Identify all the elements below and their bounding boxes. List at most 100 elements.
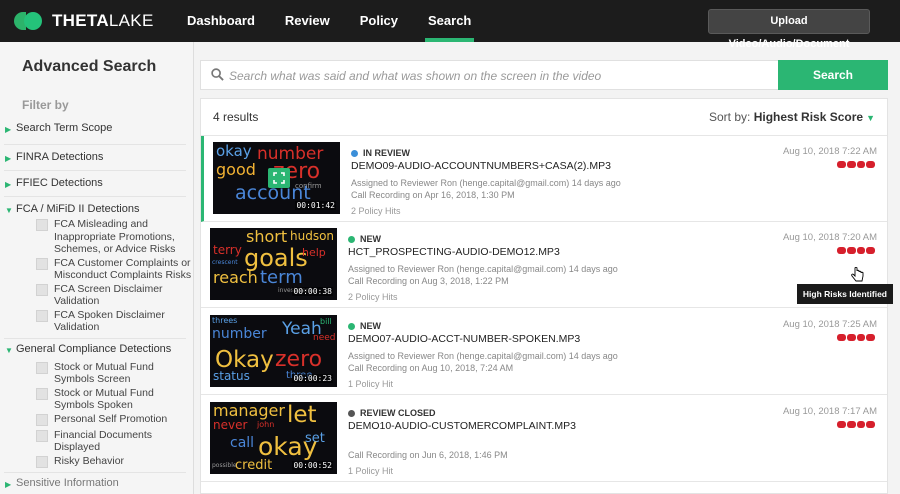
filter-by-label: Filter by [22,98,69,112]
status-label: IN REVIEW [363,148,411,158]
risk-segment [837,421,846,428]
call-recording-date: Call Recording on Aug 10, 2018, 7:24 AM [348,363,514,373]
risk-tooltip: High Risks Identified [796,284,893,304]
filter-option[interactable]: Financial Documents Displayed [0,429,193,454]
result-date: Aug 10, 2018 7:25 AM [782,319,877,330]
top-navbar: THETALAKE Dashboard Review Policy Search… [0,0,900,50]
wordcloud-word: terry [213,243,242,257]
result-filename[interactable]: DEMO09-AUDIO-ACCOUNTNUMBERS+CASA(2).MP3 [351,160,611,172]
wordcloud-word: hudson [290,229,335,243]
filter-option[interactable]: Stock or Mutual Fund Symbols Spoken [0,387,193,412]
wordcloud-thumbnail[interactable]: okay number good zero account confirm 00:01:42 [213,142,340,214]
risk-score-bar[interactable] [837,334,875,341]
nav-dashboard[interactable]: Dashboard [172,0,270,42]
sort-dropdown[interactable]: Sort by: Highest Risk Score ▼ [709,110,875,124]
status-badge: REVIEW CLOSED [348,408,436,418]
status-dot-icon [348,322,355,330]
thetalake-logo-icon [14,10,44,32]
checkbox[interactable] [36,387,48,400]
result-date: Aug 10, 2018 7:22 AM [782,146,877,157]
main-nav: Dashboard Review Policy Search [172,0,486,42]
filter-section-finra[interactable]: ▶ FINRA Detections [0,145,193,170]
search-bar: Search [200,60,888,90]
risk-score-bar[interactable] [837,161,875,168]
result-filename[interactable]: DEMO10-AUDIO-CUSTOMERCOMPLAINT.MP3 [348,420,576,432]
filter-option[interactable]: Stock or Mutual Fund Symbols Screen [0,361,193,386]
status-badge: NEW [348,234,381,244]
risk-segment [846,334,856,341]
checkbox[interactable] [36,257,48,270]
checkbox[interactable] [36,219,48,231]
wordcloud-word: okay [216,142,252,160]
policy-hits: 2 Policy Hits [351,206,401,216]
upload-button[interactable]: Upload Video/Audio/Document [708,9,870,50]
checkbox[interactable] [36,413,48,426]
status-dot-icon [348,409,355,417]
filter-option[interactable]: FCA Screen Disclaimer Validation [0,283,193,308]
thetalake-logo[interactable]: THETALAKE [14,10,172,32]
filter-section-general-compliance[interactable]: ▼ General Compliance Detections [0,339,193,359]
filter-option[interactable]: FCA Spoken Disclaimer Validation [0,309,193,334]
checkbox[interactable] [36,361,48,374]
risk-segment [866,161,875,168]
wordcloud-word: let [287,402,317,428]
wordcloud-word: crescent [212,259,238,266]
risk-segment [837,334,846,341]
filter-option[interactable]: Personal Self Promotion [0,413,193,426]
policy-hits: 2 Policy Hits [348,292,398,302]
wordcloud-thumbnail[interactable]: short hudson terry goals help reach term cresce… [210,228,337,300]
wordcloud-word: short [246,228,288,246]
status-label: NEW [360,234,381,244]
result-row[interactable]: okay number good zero account confirm 00:01:42… [201,136,887,222]
chevron-down-icon: ▼ [5,345,13,355]
filter-section-fca-mifid[interactable]: ▼ FCA / MiFiD II Detections [0,197,193,217]
result-row[interactable]: threesnumberYeahbillneedOkayzerostatusth… [201,309,887,395]
status-badge: IN REVIEW [351,148,410,158]
risk-segment [846,421,856,428]
status-label: NEW [360,321,381,331]
wordcloud-word: reach [213,268,258,287]
filter-option[interactable]: FCA Misleading and Inappropriate Promoti… [0,218,193,256]
call-recording-date: Call Recording on Apr 16, 2018, 1:30 PM [351,190,515,200]
nav-policy[interactable]: Policy [345,0,413,42]
wordcloud-word: threes [212,316,238,325]
filter-option[interactable]: Risky Behavior [0,455,193,468]
risk-score-bar[interactable] [837,421,875,428]
search-button[interactable]: Search [778,60,888,90]
wordcloud-thumbnail[interactable]: manager let never john set call okay credit poss… [210,402,337,474]
wordcloud-word: manager [213,402,285,420]
nav-review[interactable]: Review [270,0,345,42]
wordcloud-word: confirm [295,182,322,190]
risk-segment [866,334,875,341]
call-recording-date: Call Recording on Aug 3, 2018, 1:22 PM [348,276,509,286]
wordcloud-word: need [313,333,336,343]
filter-section-ffiec[interactable]: ▶ FFIEC Detections [0,171,193,196]
results-count: 4 results [213,110,259,124]
filter-option[interactable]: FCA Customer Complaints or Misconduct Co… [0,257,193,282]
filter-section-sensitive-information[interactable]: ▶ Sensitive Information [0,473,193,489]
result-row[interactable]: short hudson terry goals help reach term cresce… [201,222,887,308]
risk-score-bar[interactable] [837,247,875,254]
status-badge: NEW [348,321,381,331]
policy-hits: 1 Policy Hit [348,466,394,476]
result-filename[interactable]: DEMO07-AUDIO-ACCT-NUMBER-SPOKEN.MP3 [348,333,580,345]
checkbox[interactable] [36,309,48,322]
checkbox[interactable] [36,429,48,442]
wordcloud-word: zero [275,347,323,372]
search-input[interactable] [229,66,769,86]
checkbox[interactable] [36,283,48,296]
result-filename[interactable]: HCT_PROSPECTING-AUDIO-DEMO12.MP3 [348,246,560,258]
status-label: REVIEW CLOSED [360,408,436,418]
checkbox[interactable] [36,455,48,468]
result-date: Aug 10, 2018 7:17 AM [782,406,877,417]
nav-search[interactable]: Search [413,0,486,42]
duration-timestamp: 00:01:42 [295,201,336,210]
results-panel: 4 results Sort by: Highest Risk Score ▼ o… [200,98,893,494]
wordcloud-thumbnail[interactable]: threesnumberYeahbillneedOkayzerostatusth… [210,315,337,387]
status-dot-icon [351,149,358,157]
risk-segment [837,161,846,168]
filter-section-search-term-scope[interactable]: ▶ Search Term Scope [0,122,193,144]
wordcloud-word: status [213,369,250,383]
expand-icon[interactable] [268,168,290,188]
result-row[interactable]: manager let never john set call okay credit poss… [201,396,887,482]
